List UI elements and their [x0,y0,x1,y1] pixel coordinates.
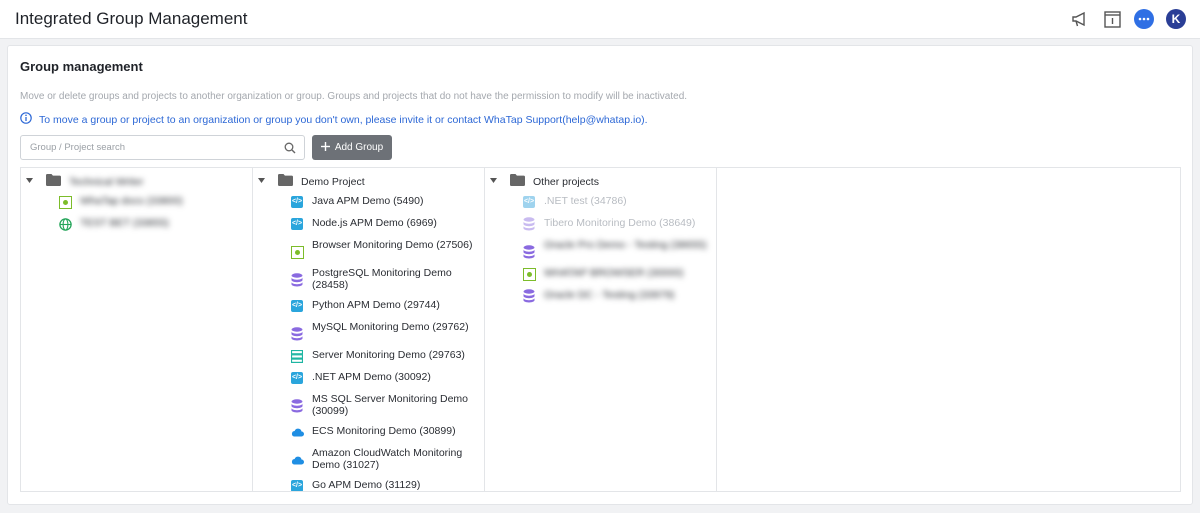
chevron-down-icon[interactable] [26,178,36,185]
project-label: .NET test (34786) [544,195,627,207]
list-item[interactable]: WHATAP BROWSER (30000) [522,267,712,281]
list-item[interactable]: WhaTap docs (33800) [58,195,248,209]
group-columns: Technical Writer WhaTap docs (33800) TEST … [20,167,1181,492]
project-label: Browser Monitoring Demo (27506) [312,239,473,251]
list-item[interactable]: MySQL Monitoring Demo (29762) [290,321,480,341]
list-item[interactable]: </> .NET APM Demo (30092) [290,371,480,385]
search-box [20,135,305,160]
avatar[interactable]: K [1166,9,1186,29]
project-label: Java APM Demo (5490) [312,195,424,207]
list-item[interactable]: Amazon CloudWatch Monitoring Demo (31027… [290,447,480,471]
list-item[interactable]: Browser Monitoring Demo (27506) [290,239,480,259]
project-list: </> .NET test (34786) Tibero Monitoring De… [522,195,712,311]
project-label: .NET APM Demo (30092) [312,371,431,383]
plus-icon [320,141,330,154]
chevron-down-icon[interactable] [490,178,500,185]
project-label: MS SQL Server Monitoring Demo (30099) [312,393,468,417]
list-item[interactable]: </> Python APM Demo (29744) [290,299,480,313]
group-row[interactable]: Other projects [490,174,599,189]
group-name: Other projects [533,175,599,188]
empty-column [717,168,1180,491]
globe-icon [58,217,72,231]
add-group-label: Add Group [334,142,384,153]
project-label: Tibero Monitoring Demo (38649) [544,217,696,229]
database-icon [522,217,536,231]
group-name: Demo Project [301,175,365,188]
list-item[interactable]: </> Go APM Demo (31129) [290,479,480,491]
project-list: </> Java APM Demo (5490) </> Node.js APM De… [290,195,480,491]
info-icon [20,112,32,127]
list-item[interactable]: </> Node.js APM Demo (6969) [290,217,480,231]
list-item[interactable]: MS SQL Server Monitoring Demo (30099) [290,393,480,417]
project-label: TEST BET (33855) [80,217,169,229]
cloud-icon [290,453,304,467]
group-management-panel: Group management Move or delete groups a… [7,45,1193,505]
server-icon [290,349,304,363]
project-label: Oracle DC - Testing (33979) [544,289,675,301]
project-label: Oracle Pro Demo - Testing (38655) [544,239,707,251]
search-input[interactable] [21,136,271,159]
project-list: WhaTap docs (33800) TEST BET (33855) [58,195,248,239]
chat-icon[interactable] [1134,9,1154,29]
project-label: Go APM Demo (31129) [312,479,421,491]
project-label: MySQL Monitoring Demo (29762) [312,321,469,333]
project-label: Node.js APM Demo (6969) [312,217,437,229]
panel-description: Move or delete groups and projects to an… [20,91,688,102]
add-group-button[interactable]: Add Group [312,135,392,160]
list-item[interactable]: </> Java APM Demo (5490) [290,195,480,209]
list-item[interactable]: Oracle DC - Testing (33979) [522,289,712,303]
list-item: Tibero Monitoring Demo (38649) [522,217,712,231]
panel-title: Group management [20,59,143,74]
list-item[interactable]: PostgreSQL Monitoring Demo (28458) [290,267,480,291]
info-notice: To move a group or project to an organiz… [20,112,648,127]
top-icons: K [1070,9,1186,29]
group-column: Demo Project </> Java APM Demo (5490) </> No… [253,168,485,491]
code-icon: </> [290,371,304,385]
cloud-icon [290,425,304,439]
folder-icon [46,174,61,189]
group-row[interactable]: Technical Writer [26,174,144,189]
project-label: ECS Monitoring Demo (30899) [312,425,456,437]
database-icon [290,399,304,413]
info-panel-icon[interactable] [1102,9,1122,29]
project-label: Server Monitoring Demo (29763) [312,349,465,361]
group-column: Other projects </> .NET test (34786) Tibero… [485,168,717,491]
database-icon [522,289,536,303]
group-column: Technical Writer WhaTap docs (33800) TEST … [21,168,253,491]
browser-icon [522,267,536,281]
top-bar: Integrated Group Management K [0,0,1200,39]
project-label: Amazon CloudWatch Monitoring Demo (31027… [312,447,463,471]
search-icon[interactable] [284,141,296,159]
megaphone-icon[interactable] [1070,9,1090,29]
group-row[interactable]: Demo Project [258,174,365,189]
list-item[interactable]: Oracle Pro Demo - Testing (38655) [522,239,712,259]
code-icon: </> [522,195,536,209]
database-icon [290,327,304,341]
code-icon: </> [290,217,304,231]
list-item[interactable]: Server Monitoring Demo (29763) [290,349,480,363]
browser-icon [58,195,72,209]
info-text: To move a group or project to an organiz… [39,113,648,126]
project-label: PostgreSQL Monitoring Demo (28458) [312,267,452,291]
code-icon: </> [290,195,304,209]
project-label: Python APM Demo (29744) [312,299,440,311]
list-item[interactable]: ECS Monitoring Demo (30899) [290,425,480,439]
page-title: Integrated Group Management [15,9,248,28]
list-item: </> .NET test (34786) [522,195,712,209]
code-icon: </> [290,299,304,313]
project-label: WHATAP BROWSER (30000) [544,267,684,279]
code-icon: </> [290,479,304,491]
browser-icon [290,245,304,259]
project-label: WhaTap docs (33800) [80,195,183,207]
list-item[interactable]: TEST BET (33855) [58,217,248,231]
database-icon [522,245,536,259]
chevron-down-icon[interactable] [258,178,268,185]
group-name: Technical Writer [69,175,144,188]
database-icon [290,273,304,287]
folder-icon [510,174,525,189]
folder-icon [278,174,293,189]
